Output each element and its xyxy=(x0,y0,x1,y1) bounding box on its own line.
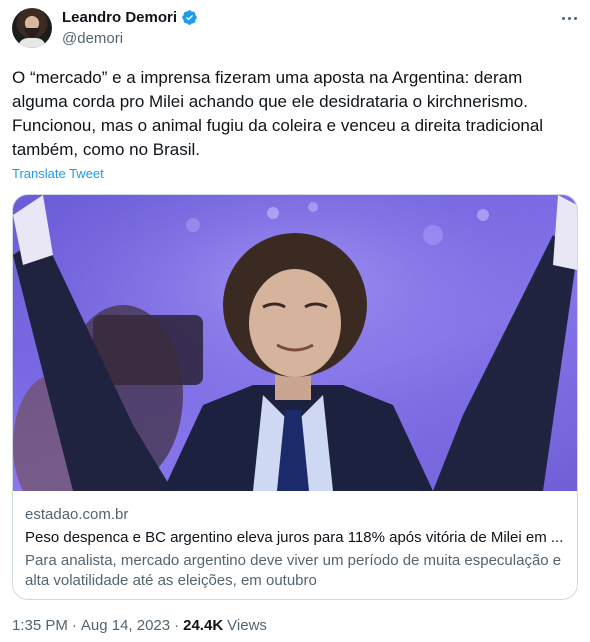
link-card-description: Para analista, mercado argentino deve vi… xyxy=(25,552,562,589)
meta-separator: · xyxy=(174,617,180,634)
tweet-date[interactable]: Aug 14, 2023 xyxy=(81,617,170,634)
avatar[interactable] xyxy=(12,8,52,48)
tweet: Leandro Demori @demori O “mercado” e a i… xyxy=(0,0,590,642)
author-handle[interactable]: @demori xyxy=(62,30,123,47)
author-display-name[interactable]: Leandro Demori xyxy=(62,9,177,26)
author-name-row: Leandro Demori xyxy=(62,9,198,26)
meta-separator: · xyxy=(71,617,77,634)
more-options-icon[interactable] xyxy=(556,8,582,28)
verified-badge-icon xyxy=(182,10,197,25)
translate-tweet-link[interactable]: Translate Tweet xyxy=(12,166,104,181)
tweet-meta: 1:35 PM · Aug 14, 2023 · 24.4K Views xyxy=(12,617,267,634)
views-label: Views xyxy=(227,617,267,634)
link-card-image xyxy=(13,195,577,491)
link-card-title: Peso despenca e BC argentino eleva juros… xyxy=(25,529,564,546)
link-card[interactable]: estadao.com.br Peso despenca e BC argent… xyxy=(12,194,578,600)
link-card-domain: estadao.com.br xyxy=(25,506,129,523)
tweet-time[interactable]: 1:35 PM xyxy=(12,617,68,634)
tweet-text: O “mercado” e a imprensa fizeram uma apo… xyxy=(12,68,544,159)
views-count: 24.4K xyxy=(183,617,224,634)
